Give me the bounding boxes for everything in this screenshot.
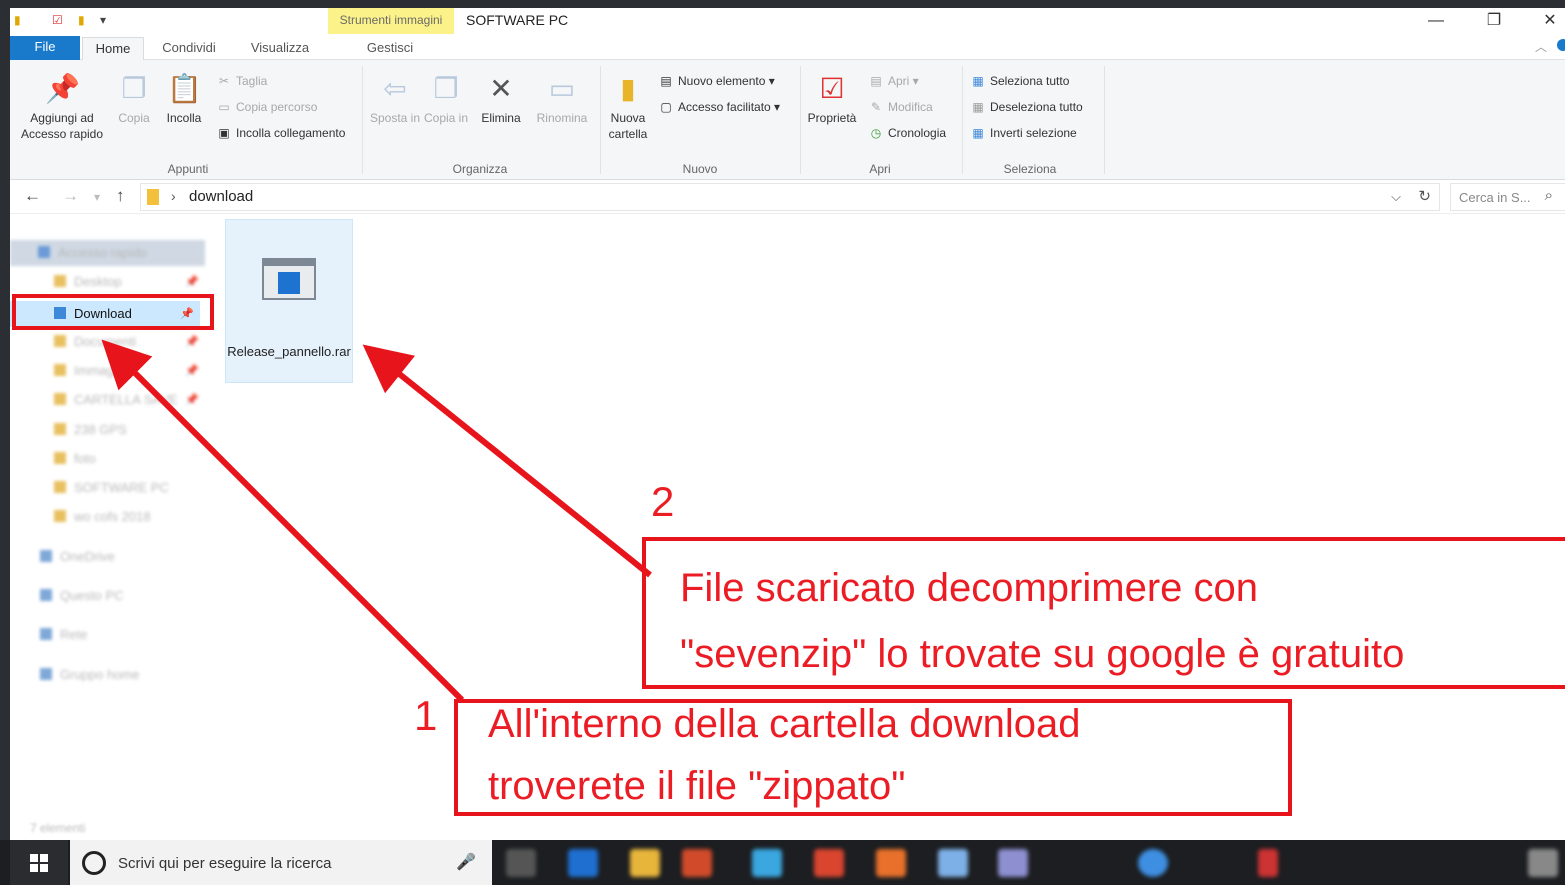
firefox-icon[interactable] xyxy=(876,849,906,877)
start-button[interactable] xyxy=(10,840,68,885)
windows-logo-icon xyxy=(40,854,48,862)
annotation-box-2: File scaricato decomprimere con "sevenzi… xyxy=(642,537,1565,689)
windows-logo-icon xyxy=(40,864,48,872)
app-icon[interactable] xyxy=(938,849,968,877)
taskbar-pinned-apps xyxy=(498,840,1565,885)
office-icon[interactable] xyxy=(682,849,712,877)
annotation-1-line-1: All'interno della cartella download xyxy=(488,702,1081,746)
annotation-2-line-2: "sevenzip" lo trovate su google è gratui… xyxy=(680,632,1405,676)
notifications-icon[interactable] xyxy=(1528,849,1558,877)
windows-logo-icon xyxy=(30,854,38,862)
app-icon[interactable] xyxy=(1138,849,1168,877)
taskbar: Scrivi qui per eseguire la ricerca 🎤 xyxy=(0,840,1565,885)
taskbar-search[interactable]: Scrivi qui per eseguire la ricerca 🎤 xyxy=(70,840,492,885)
microphone-icon[interactable]: 🎤 xyxy=(456,852,476,872)
annotation-1-line-2: troverete il file "zippato" xyxy=(488,764,906,808)
internet-explorer-icon[interactable] xyxy=(752,849,782,877)
task-view-icon[interactable] xyxy=(506,849,536,877)
file-explorer-icon[interactable] xyxy=(630,849,660,877)
taskbar-search-placeholder: Scrivi qui per eseguire la ricerca xyxy=(118,855,332,872)
cortana-circle-icon xyxy=(82,851,106,875)
annotation-2-line-1: File scaricato decomprimere con xyxy=(680,566,1258,610)
annotation-box-1: All'interno della cartella download trov… xyxy=(454,699,1292,816)
tray-icon[interactable] xyxy=(1258,849,1278,877)
windows-logo-icon xyxy=(30,864,38,872)
annotation-number-2: 2 xyxy=(651,478,675,525)
edge-icon[interactable] xyxy=(568,849,598,877)
arrow-2 xyxy=(362,344,652,578)
annotation-number-1: 1 xyxy=(414,692,438,739)
chrome-icon[interactable] xyxy=(814,849,844,877)
app-icon[interactable] xyxy=(998,849,1028,877)
arrow-1 xyxy=(101,339,465,703)
